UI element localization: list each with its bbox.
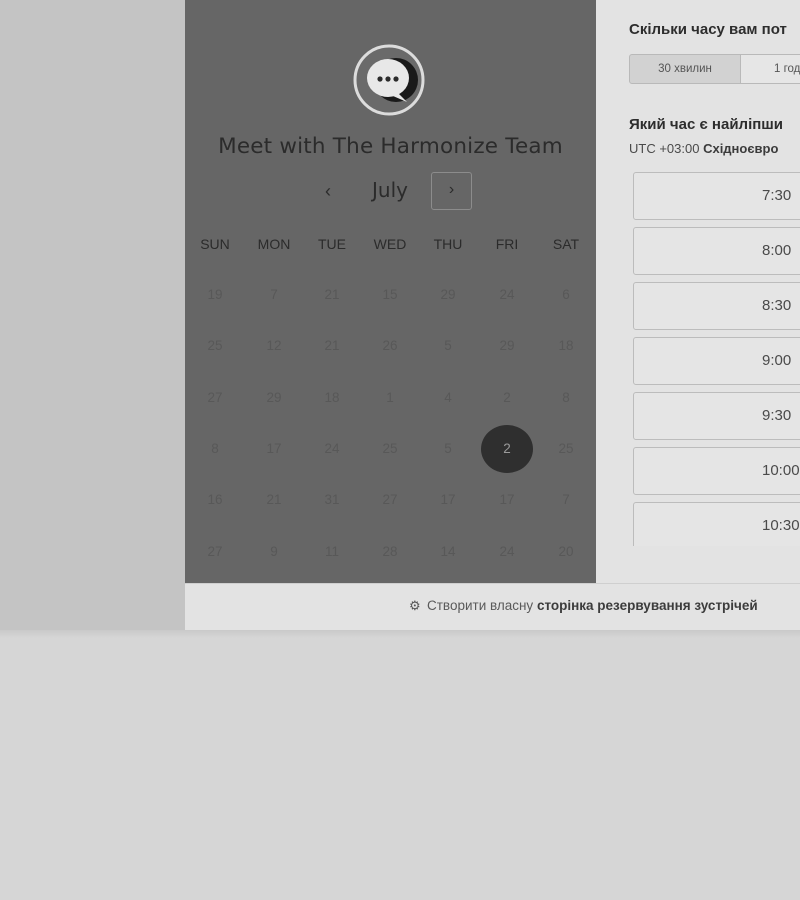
- calendar-day: 9: [270, 544, 278, 559]
- time-slot-button[interactable]: 10:00: [633, 447, 800, 495]
- calendar-day: 29: [266, 390, 282, 405]
- calendar-grid: 19 7 21 15 29 24 6 25 12 21 26 5 29 18 27 29 18 1 4 2 8 8 17 24…: [185, 0, 596, 583]
- calendar-day: 27: [207, 390, 223, 405]
- calendar-day: 24: [324, 441, 340, 456]
- calendar-day: 11: [324, 544, 339, 559]
- time-slot-button[interactable]: 8:00: [633, 227, 800, 275]
- calendar-day: 21: [266, 492, 282, 507]
- time-slot-label: 10:00: [762, 462, 800, 479]
- calendar-day: 20: [558, 544, 574, 559]
- duration-selector: 30 хвилин 1 год: [629, 54, 800, 84]
- calendar-day: 27: [207, 544, 223, 559]
- page-backdrop: [0, 0, 185, 630]
- calendar-day: 24: [499, 544, 515, 559]
- calendar-day: 1: [386, 390, 394, 405]
- time-question: Який час є найліпши: [629, 116, 784, 133]
- calendar-day: 17: [266, 441, 282, 456]
- calendar-day: 7: [270, 287, 278, 302]
- time-slot-label: 8:00: [762, 242, 792, 259]
- calendar-day: 26: [382, 338, 398, 353]
- time-slot-label: 7:30: [762, 187, 792, 204]
- timezone-offset: UTC +03:00: [629, 141, 700, 156]
- calendar-day: 24: [499, 287, 515, 302]
- calendar-panel: Meet with The Harmonize Team ‹ July › SU…: [185, 0, 596, 583]
- calendar-day: 28: [382, 544, 398, 559]
- calendar-day: 17: [499, 492, 515, 507]
- time-slot-list: 7:30 8:00 8:30 9:00 9:30 10:00 10:30: [633, 172, 800, 546]
- time-slot-button[interactable]: 9:30: [633, 392, 800, 440]
- calendar-day: 25: [382, 441, 398, 456]
- duration-option-30min[interactable]: 30 хвилин: [629, 54, 741, 84]
- calendar-day: 18: [558, 338, 574, 353]
- timezone-label[interactable]: UTC +03:00 Східноєвро: [629, 141, 778, 156]
- time-slot-button[interactable]: 7:30: [633, 172, 800, 220]
- calendar-day: 5: [444, 338, 452, 353]
- calendar-day: 15: [382, 287, 398, 302]
- calendar-day: 29: [499, 338, 515, 353]
- time-slot-label: 8:30: [762, 297, 792, 314]
- calendar-day: 4: [444, 390, 452, 405]
- calendar-day: 14: [440, 544, 456, 559]
- create-booking-page-link[interactable]: ⚙ Створити власну сторінка резервування з…: [409, 598, 758, 614]
- calendar-day: 17: [440, 492, 456, 507]
- calendar-day: 19: [207, 287, 223, 302]
- card-shadow: [0, 630, 800, 638]
- card-footer: ⚙ Створити власну сторінка резервування з…: [185, 583, 800, 631]
- calendar-day: 7: [562, 492, 570, 507]
- calendar-day: 2: [503, 390, 511, 405]
- calendar-day: 21: [324, 338, 340, 353]
- time-slot-label: 10:30: [762, 517, 800, 534]
- calendar-day: 8: [562, 390, 570, 405]
- calendar-day: 8: [211, 441, 219, 456]
- calendar-day: 25: [558, 441, 574, 456]
- calendar-day-selected[interactable]: 2: [481, 425, 533, 473]
- calendar-day: 27: [382, 492, 398, 507]
- hubspot-sprocket-icon: ⚙: [409, 598, 421, 613]
- time-slot-label: 9:00: [762, 352, 792, 369]
- calendar-day: 5: [444, 441, 452, 456]
- timezone-name: Східноєвро: [703, 141, 779, 156]
- time-slot-button[interactable]: 8:30: [633, 282, 800, 330]
- booking-panel: Скільки часу вам пот 30 хвилин 1 год Яки…: [596, 0, 800, 583]
- calendar-day: 12: [266, 338, 282, 353]
- duration-option-1h[interactable]: 1 год: [740, 54, 800, 84]
- calendar-day: 18: [324, 390, 340, 405]
- duration-question: Скільки часу вам пот: [629, 21, 787, 38]
- calendar-day: 25: [207, 338, 223, 353]
- calendar-day: 6: [562, 287, 570, 302]
- time-slot-button[interactable]: 10:30: [633, 502, 800, 546]
- footer-text-bold: сторінка резервування зустрічей: [536, 598, 758, 613]
- footer-text: Створити власну: [427, 598, 534, 613]
- time-slot-button[interactable]: 9:00: [633, 337, 800, 385]
- time-slot-label: 9:30: [762, 407, 792, 424]
- calendar-day: 21: [324, 287, 340, 302]
- calendar-day: 29: [440, 287, 456, 302]
- calendar-day: 31: [324, 492, 340, 507]
- calendar-day: 16: [207, 492, 223, 507]
